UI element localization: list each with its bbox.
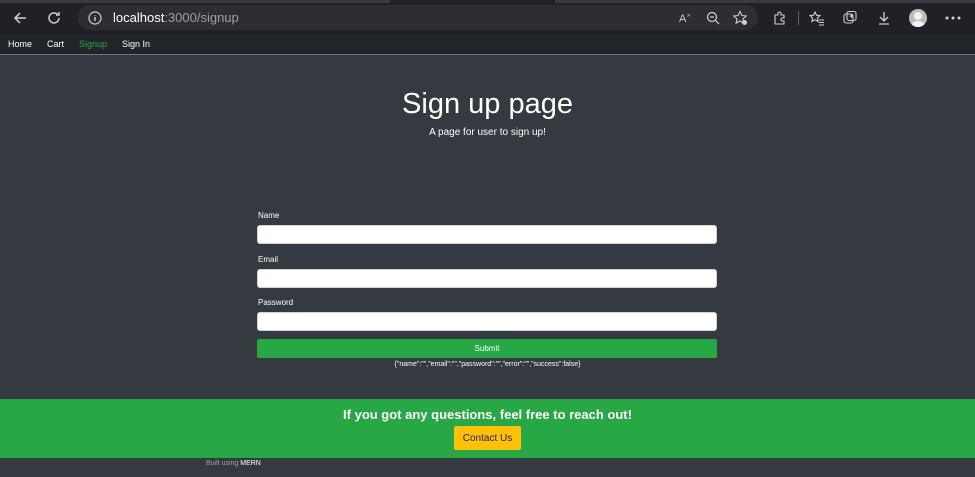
nav-signin-link[interactable]: Sign In xyxy=(122,39,150,49)
tab-strip-right xyxy=(555,0,975,3)
profile-avatar[interactable] xyxy=(909,9,927,27)
contact-banner: If you got any questions, feel free to r… xyxy=(0,399,975,458)
footer-prefix: Built using xyxy=(206,460,239,467)
nav-cart-link[interactable]: Cart xyxy=(47,39,64,49)
contact-heading: If you got any questions, feel free to r… xyxy=(343,407,632,422)
browser-toolbar: localhost:3000/signup A» xyxy=(0,0,975,35)
form-state-debug: {"name":"","email":"","password":"","err… xyxy=(394,361,581,368)
name-label: Name xyxy=(258,211,280,220)
extensions-icon[interactable] xyxy=(771,9,789,27)
site-navbar: Home Cart Signup Sign In xyxy=(0,35,975,55)
zoom-icon[interactable] xyxy=(704,9,722,27)
name-input[interactable] xyxy=(257,225,717,244)
password-label: Password xyxy=(258,298,294,307)
toolbar-divider xyxy=(798,11,799,25)
downloads-icon[interactable] xyxy=(875,9,893,27)
favorites-icon[interactable] xyxy=(808,9,826,27)
add-favorite-icon[interactable] xyxy=(731,9,749,27)
tab-strip xyxy=(0,0,390,3)
page-title: Sign up page xyxy=(402,88,573,120)
nav-home-link[interactable]: Home xyxy=(8,39,32,49)
reload-icon[interactable] xyxy=(44,8,64,28)
info-icon[interactable] xyxy=(87,10,103,26)
more-icon[interactable] xyxy=(944,9,962,27)
submit-button[interactable]: Submit xyxy=(257,339,717,358)
password-input[interactable] xyxy=(257,312,717,331)
contact-us-button[interactable]: Contact Us xyxy=(454,426,521,450)
svg-text:A: A xyxy=(679,13,687,25)
url-text[interactable]: localhost:3000/signup xyxy=(113,10,239,25)
email-label: Email xyxy=(258,255,279,264)
page-subtitle: A page for user to sign up! xyxy=(429,127,546,138)
read-aloud-icon[interactable]: A» xyxy=(677,9,695,27)
footer-credit: Built using MERN xyxy=(206,460,261,467)
collections-icon[interactable] xyxy=(841,9,859,27)
svg-text:»: » xyxy=(687,13,691,19)
back-icon[interactable] xyxy=(10,8,30,28)
nav-signup-link[interactable]: Signup xyxy=(79,39,107,49)
footer-stack: MERN xyxy=(240,460,261,467)
email-input[interactable] xyxy=(257,269,717,288)
